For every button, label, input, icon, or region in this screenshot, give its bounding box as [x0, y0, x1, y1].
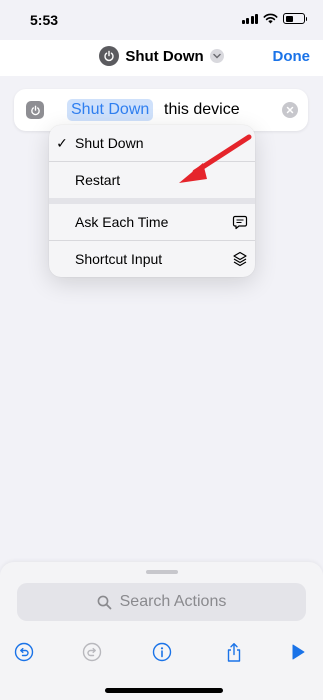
battery-icon — [283, 13, 307, 24]
search-icon — [97, 595, 112, 609]
status-icons — [241, 13, 307, 24]
nav-bar: Shut Down Done — [0, 40, 323, 76]
wifi-icon — [263, 13, 278, 24]
menu-item-ask-each-time[interactable]: Ask Each Time — [49, 204, 255, 240]
red-arrow-icon — [179, 134, 252, 183]
home-indicator — [105, 688, 223, 693]
nav-title: Shut Down — [125, 47, 204, 65]
bottom-toolbar — [0, 640, 323, 668]
menu-item-shortcut-input[interactable]: Shortcut Input — [49, 241, 255, 277]
menu-item-label: Ask Each Time — [75, 214, 169, 230]
share-icon[interactable] — [222, 640, 246, 664]
play-icon[interactable] — [286, 640, 310, 664]
cellular-signal-icon — [241, 13, 258, 24]
sheet-grabber[interactable] — [146, 570, 178, 574]
search-field[interactable]: Search Actions — [17, 583, 306, 621]
clear-icon[interactable] — [282, 102, 298, 118]
power-icon — [99, 46, 120, 66]
action-text: this device — [164, 101, 240, 118]
info-icon[interactable] — [150, 640, 174, 664]
done-button[interactable]: Done — [273, 48, 311, 65]
bottom-sheet: Search Actions — [0, 562, 323, 700]
chevron-down-icon[interactable] — [209, 49, 224, 63]
search-placeholder: Search Actions — [119, 593, 227, 610]
redo-icon[interactable] — [80, 640, 104, 664]
checkmark-icon: ✓ — [56, 134, 68, 151]
undo-icon[interactable] — [12, 640, 36, 664]
power-icon — [26, 101, 44, 119]
menu-item-label: Shortcut Input — [75, 251, 163, 267]
status-time: 5:53 — [30, 12, 59, 28]
status-bar: 5:53 — [0, 0, 323, 40]
speech-bubble-icon — [225, 215, 255, 230]
shortcut-layers-icon — [225, 251, 255, 267]
action-parameter[interactable]: Shut Down — [67, 99, 154, 121]
